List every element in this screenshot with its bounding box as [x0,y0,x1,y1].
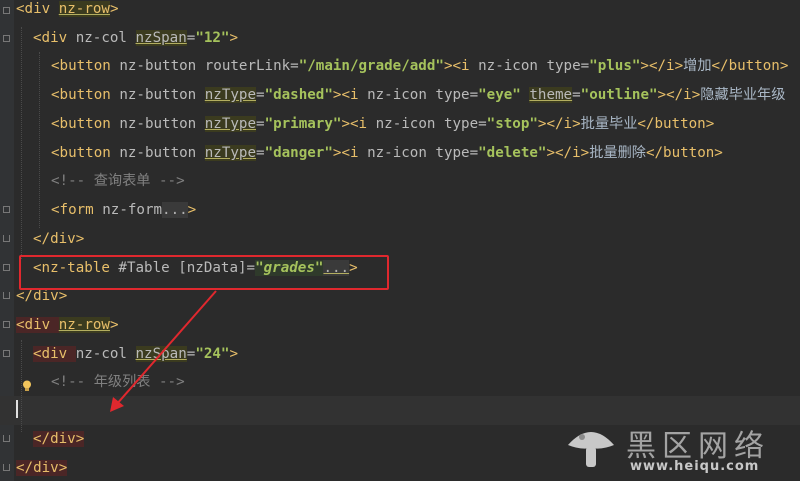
mushroom-logo-icon [568,432,614,467]
code-editor[interactable]: <div nz-row> <div nz-col nzSpan="12"> <b… [0,0,800,481]
watermark-url: www.heiqu.com [630,459,760,474]
annotation-arrow [110,290,217,412]
watermark: 黑区网络 www.heiqu.com [562,421,794,477]
